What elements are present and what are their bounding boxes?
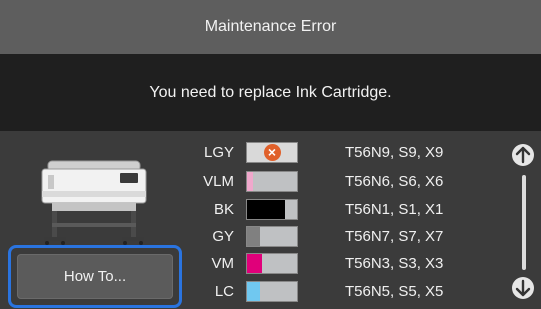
list-item: LGY × T56N9, S9, X9 <box>0 140 510 166</box>
ink-level-gauge: × <box>246 142 298 163</box>
ink-level-fill <box>247 282 260 301</box>
ink-level-gauge <box>246 226 298 247</box>
ink-part-number: T56N9, S9, X9 <box>345 144 444 161</box>
list-item: VLM T56N6, S6, X6 <box>0 169 510 195</box>
ink-level-fill <box>247 200 285 219</box>
list-item: VM T56N3, S3, X3 <box>0 251 510 277</box>
ink-level-gauge <box>246 253 298 274</box>
arrow-up-circle-icon[interactable] <box>511 143 535 167</box>
ink-code: BK <box>213 201 234 218</box>
ink-code: LC <box>214 283 234 300</box>
ink-part-number: T56N7, S7, X7 <box>345 228 444 245</box>
scrollbar-track[interactable] <box>522 175 526 270</box>
list-item: GY T56N7, S7, X7 <box>0 224 510 250</box>
dialog-title: Maintenance Error <box>0 0 541 54</box>
ink-part-number: T56N5, S5, X5 <box>345 283 444 300</box>
ink-part-number: T56N6, S6, X6 <box>345 173 444 190</box>
ink-level-gauge <box>246 199 298 220</box>
ink-code: VLM <box>203 173 234 190</box>
error-x-icon: × <box>263 144 281 161</box>
ink-level-fill <box>247 227 260 246</box>
ink-level-gauge <box>246 281 298 302</box>
ink-status-panel: How To... LGY × T56N9, S9, X9 VLM T56N6,… <box>0 131 541 309</box>
ink-code: GY <box>212 228 234 245</box>
ink-level-fill <box>247 172 253 191</box>
ink-level-gauge <box>246 171 298 192</box>
ink-level-fill <box>247 254 262 273</box>
error-message: You need to replace Ink Cartridge. <box>0 54 541 131</box>
error-message-text: You need to replace Ink Cartridge. <box>149 83 392 101</box>
list-item: BK T56N1, S1, X1 <box>0 197 510 223</box>
ink-code: VM <box>211 255 235 272</box>
ink-error-indicator: × <box>247 143 297 162</box>
ink-part-number: T56N3, S3, X3 <box>345 255 444 272</box>
ink-code: LGY <box>203 144 234 161</box>
list-item: LC T56N5, S5, X5 <box>0 279 510 305</box>
ink-part-number: T56N1, S1, X1 <box>345 201 444 218</box>
arrow-down-circle-icon[interactable] <box>511 276 535 300</box>
